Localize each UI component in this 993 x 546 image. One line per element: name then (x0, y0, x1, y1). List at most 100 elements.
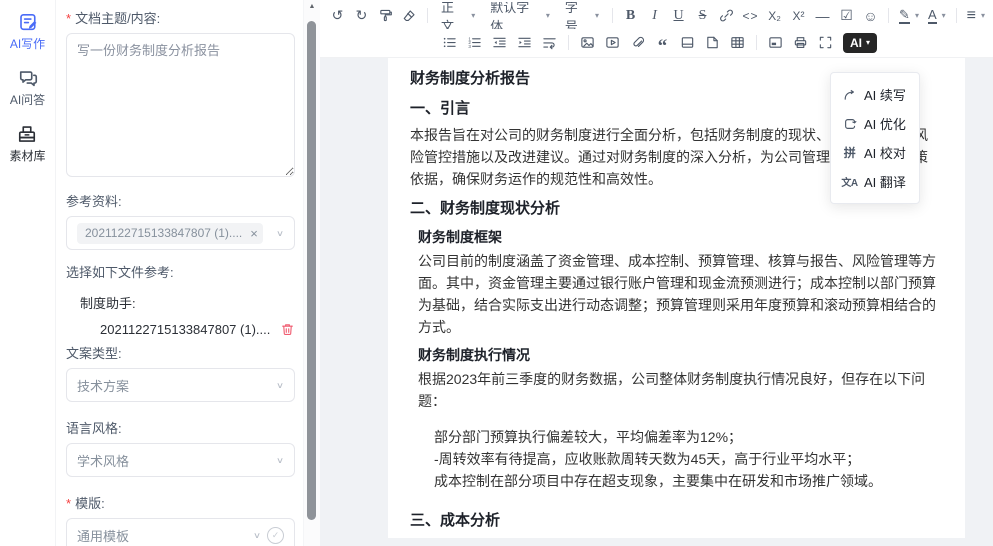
font-size-dropdown[interactable]: 字号 ▾ (558, 4, 606, 27)
style-label: 语言风格: (66, 418, 295, 437)
undo-button[interactable]: ↺ (326, 4, 349, 27)
doc-issue-item: 成本控制在部分项目中存在超支现象，主要集中在研发和市场推广领域。 (434, 470, 941, 492)
print-icon (793, 35, 808, 50)
file-section-label: 选择如下文件参考: (66, 262, 295, 281)
ai-menu-item-continue[interactable]: AI 续写 (831, 80, 919, 109)
inline-code-button[interactable]: <> (739, 4, 762, 27)
format-painter-button[interactable] (374, 4, 397, 27)
quote-button[interactable]: “ (651, 31, 674, 54)
fullscreen-icon (818, 35, 833, 50)
sidebar-item-label: 素材库 (9, 147, 45, 164)
fullscreen-button[interactable] (814, 31, 837, 54)
bold-button[interactable]: B (619, 4, 642, 27)
subscript-button[interactable]: X₂ (763, 4, 786, 27)
scroll-up-icon[interactable]: ▲ (304, 3, 320, 10)
doc-paragraph-framework: 公司目前的制度涵盖了资金管理、成本控制、预算管理、核算与报告、风险管理等方面。其… (418, 250, 941, 338)
template-select[interactable]: 通用模板 ∨ ✓ (66, 518, 295, 546)
font-family-dropdown[interactable]: 默认字体 ▾ (483, 4, 557, 27)
strikethrough-button[interactable]: S (691, 4, 714, 27)
video-button[interactable] (601, 31, 624, 54)
ai-menu: AI 续写 AI 优化 拼 AI 校对 文A AI 翻译 (830, 72, 920, 204)
sidebar-item-ai-write[interactable]: AI写作 (10, 12, 45, 52)
style-select[interactable]: 学术风格 ∨ (66, 443, 295, 477)
ordered-list-button[interactable]: 123 (463, 31, 486, 54)
paragraph-style-dropdown[interactable]: 正文 ▾ (434, 4, 482, 27)
chevron-down-icon: ▾ (981, 11, 985, 20)
underline-button[interactable]: U (667, 4, 690, 27)
bullet-list-button[interactable] (438, 31, 461, 54)
format-painter-icon (378, 8, 393, 23)
left-rail: AI写作 AI问答 素材库 (0, 0, 56, 546)
ordered-list-icon: 123 (467, 35, 482, 50)
toolbar-divider (612, 8, 613, 23)
trash-icon[interactable] (280, 322, 295, 337)
type-select[interactable]: 技术方案 ∨ (66, 368, 295, 402)
text-wrap-button[interactable] (538, 31, 561, 54)
ai-dropdown-button[interactable]: AI ▾ (843, 33, 877, 53)
page-setup-button[interactable] (764, 31, 787, 54)
doc-paragraph-execution: 根据2023年前三季度的财务数据，公司整体财务制度执行情况良好，但存在以下问题： (418, 368, 941, 412)
ai-optimize-icon (842, 116, 857, 131)
sidebar-item-ai-qa[interactable]: AI问答 (10, 68, 45, 108)
reference-select[interactable]: 2021122715133847807 (1).... × ∨ (66, 216, 295, 250)
template-value: 通用模板 (77, 526, 253, 545)
link-icon (719, 8, 734, 23)
ai-menu-item-optimize[interactable]: AI 优化 (831, 109, 919, 138)
link-button[interactable] (715, 4, 738, 27)
ai-menu-item-label: AI 翻译 (864, 172, 906, 191)
toolbar-row-1: ↺ ↻ 正文 ▾ 默认字体 ▾ 字号 ▾ B I (326, 2, 989, 29)
align-dropdown[interactable]: ≡ ▾ (963, 4, 989, 27)
type-value: 技术方案 (77, 376, 276, 395)
outdent-button[interactable] (488, 31, 511, 54)
font-size-label: 字号 (565, 2, 590, 29)
snippet-button[interactable] (701, 31, 724, 54)
highlight-color-button[interactable]: ✎ ▾ (895, 4, 923, 27)
ai-menu-item-proofread[interactable]: 拼 AI 校对 (831, 138, 919, 167)
editor-toolbar: ↺ ↻ 正文 ▾ 默认字体 ▾ 字号 ▾ B I (320, 0, 993, 58)
ai-menu-item-translate[interactable]: 文A AI 翻译 (831, 167, 919, 196)
snippet-icon (705, 35, 720, 50)
doc-heading-execution: 财务制度执行情况 (418, 344, 941, 366)
ai-translate-icon: 文A (842, 174, 857, 189)
topic-textarea[interactable]: 写一份财务制度分析报告 (66, 33, 295, 177)
doc-issue-list: 部分部门预算执行偏差较大，平均偏差率为12%； -周转效率有待提高，应收账款周转… (434, 426, 941, 492)
horizontal-rule-button[interactable]: — (811, 4, 834, 27)
image-icon (580, 35, 595, 50)
font-color-button[interactable]: A ▾ (924, 4, 950, 27)
chevron-down-icon: ▾ (942, 11, 946, 20)
scrollbar-thumb[interactable] (307, 21, 316, 520)
emoji-button[interactable]: ☺ (859, 4, 882, 27)
chevron-down-icon: ∨ (253, 530, 261, 540)
indent-button[interactable] (513, 31, 536, 54)
divider-button[interactable] (676, 31, 699, 54)
file-group-label: 制度助手: (80, 293, 295, 312)
ai-button-label: AI (850, 36, 862, 50)
doc-heading-cost: 三、成本分析 (410, 510, 941, 532)
sidebar-item-library[interactable]: 素材库 (9, 124, 45, 164)
print-button[interactable] (789, 31, 812, 54)
table-button[interactable] (726, 31, 749, 54)
superscript-button[interactable]: X² (787, 4, 810, 27)
attachment-button[interactable] (626, 31, 649, 54)
reference-label: 参考资料: (66, 191, 295, 210)
toolbar-divider (756, 35, 757, 50)
chevron-down-icon: ∨ (276, 228, 284, 238)
video-icon (605, 35, 620, 50)
sidebar-item-label: AI写作 (10, 35, 45, 52)
chevron-down-icon: ▾ (595, 11, 599, 20)
toolbar-divider (427, 8, 428, 23)
toolbar-divider (956, 8, 957, 23)
eraser-button[interactable] (398, 4, 421, 27)
italic-button[interactable]: I (643, 4, 666, 27)
tag-close-icon[interactable]: × (250, 226, 258, 241)
divider-icon (680, 35, 695, 50)
writer-settings-panel: 文档主题/内容: 写一份财务制度分析报告 参考资料: 2021122715133… (56, 0, 303, 546)
check-circle-icon: ✓ (267, 527, 284, 544)
style-value: 学术风格 (77, 451, 276, 470)
image-button[interactable] (576, 31, 599, 54)
task-list-button[interactable]: ☑ (835, 4, 858, 27)
doc-heading-framework: 财务制度框架 (418, 226, 941, 248)
redo-button[interactable]: ↻ (350, 4, 373, 27)
panel-scrollbar[interactable]: ▲ (303, 0, 320, 546)
chat-bubbles-icon (18, 68, 38, 88)
